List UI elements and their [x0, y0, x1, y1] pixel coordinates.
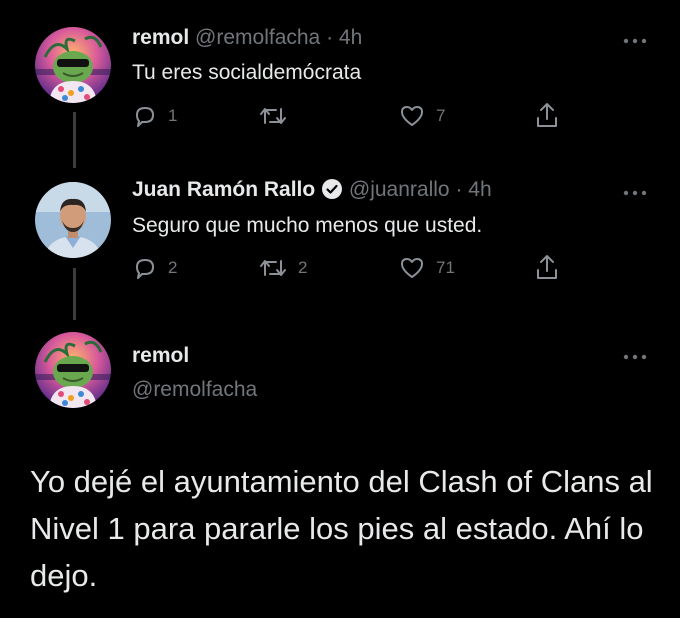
separator-dot: ·: [455, 178, 463, 201]
retweet-icon: [260, 108, 286, 124]
verified-badge-icon: [322, 179, 343, 199]
tweet-text: Tu eres socialdemócrata: [132, 61, 362, 84]
share-icon: [537, 103, 557, 127]
more-options-icon[interactable]: [622, 352, 648, 362]
like-count: 71: [436, 258, 455, 277]
reply-icon: [136, 107, 154, 127]
tweet-header: remol @remolfacha · 4h: [132, 26, 362, 50]
share-button[interactable]: [534, 100, 560, 130]
display-name[interactable]: remol: [132, 26, 189, 49]
retweet-icon: [260, 260, 286, 276]
tweet-header: Juan Ramón Rallo @juanrallo · 4h: [132, 178, 492, 202]
user-handle[interactable]: @juanrallo: [349, 178, 450, 201]
tweet-text: Seguro que mucho menos que usted.: [132, 214, 483, 237]
main-tweet-text: Yo dejé el ayuntamiento del Clash of Cla…: [30, 464, 653, 593]
share-icon: [537, 255, 557, 279]
pepe-hawaiian-avatar-icon: [35, 332, 111, 408]
share-button[interactable]: [534, 252, 560, 282]
retweet-button[interactable]: 2: [258, 255, 307, 281]
like-button[interactable]: 7: [398, 103, 445, 129]
thread-connector: [73, 268, 76, 320]
avatar[interactable]: [35, 27, 111, 103]
reply-count: 2: [168, 258, 178, 277]
reply-count: 1: [168, 106, 178, 125]
avatar[interactable]: [35, 182, 111, 258]
timestamp[interactable]: 4h: [339, 26, 362, 49]
user-handle[interactable]: @remolfacha: [132, 378, 257, 402]
like-button[interactable]: 71: [398, 255, 455, 281]
reply-icon: [136, 259, 154, 279]
thread-connector: [73, 112, 76, 168]
retweet-button[interactable]: [258, 103, 298, 129]
person-photo-avatar-icon: [35, 182, 111, 258]
pepe-hawaiian-avatar-icon: [35, 27, 111, 103]
display-name[interactable]: remol: [132, 344, 189, 368]
like-count: 7: [436, 106, 446, 125]
reply-button[interactable]: 2: [132, 255, 177, 281]
user-handle[interactable]: @remolfacha: [195, 26, 320, 49]
retweet-count: 2: [298, 258, 308, 277]
timestamp[interactable]: 4h: [468, 178, 491, 201]
heart-icon: [401, 258, 423, 278]
display-name[interactable]: Juan Ramón Rallo: [132, 178, 315, 201]
more-options-icon[interactable]: [622, 36, 648, 46]
tweet-thread: remol @remolfacha · 4h Tu eres socialdem…: [0, 0, 680, 618]
reply-button[interactable]: 1: [132, 103, 177, 129]
heart-icon: [401, 106, 423, 126]
avatar[interactable]: [35, 332, 111, 408]
more-options-icon[interactable]: [622, 188, 648, 198]
separator-dot: ·: [326, 26, 334, 49]
